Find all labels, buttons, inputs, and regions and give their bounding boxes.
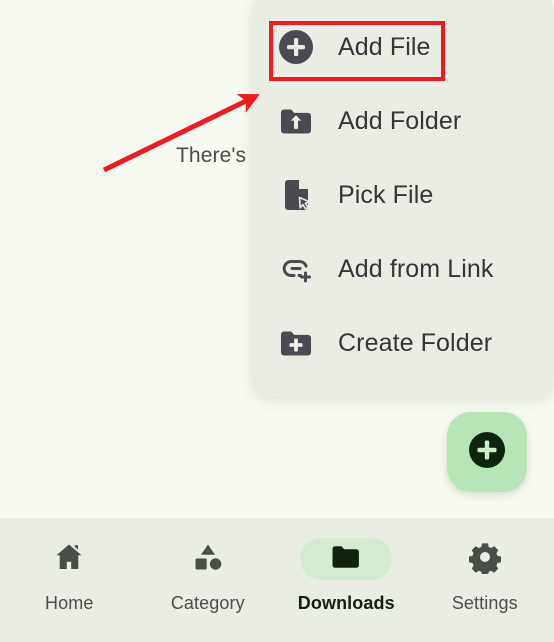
- app-screen: Add File Add Folder Pick File Add from L…: [0, 0, 554, 642]
- nav-pill: [162, 538, 254, 580]
- menu-item-label: Add Folder: [338, 106, 462, 135]
- nav-pill: [439, 538, 531, 580]
- menu-item-create-folder[interactable]: Create Folder: [252, 306, 554, 380]
- annotation-text: There's: [176, 144, 247, 167]
- folder-upload-icon: [276, 101, 316, 141]
- nav-item-label: Downloads: [297, 593, 395, 613]
- menu-item-label: Add from Link: [338, 254, 494, 283]
- home-icon: [52, 540, 86, 579]
- folder-plus-icon: [276, 323, 316, 363]
- nav-item-label: Category: [170, 593, 245, 613]
- nav-pill-active: [300, 538, 393, 580]
- nav-item-downloads[interactable]: Downloads: [277, 518, 416, 614]
- nav-pill: [23, 538, 115, 580]
- nav-item-home[interactable]: Home: [0, 518, 139, 614]
- file-cursor-icon: [276, 175, 316, 215]
- shapes-icon: [191, 540, 225, 579]
- menu-item-add-from-link[interactable]: Add from Link: [252, 232, 554, 306]
- menu-item-add-folder[interactable]: Add Folder: [252, 84, 554, 158]
- nav-item-settings[interactable]: Settings: [416, 518, 554, 614]
- nav-item-label: Settings: [451, 593, 518, 613]
- plus-icon: [466, 429, 508, 476]
- nav-item-label: Home: [45, 593, 94, 613]
- add-fab-button[interactable]: [447, 412, 527, 492]
- menu-item-label: Create Folder: [338, 328, 493, 357]
- link-plus-icon: [276, 249, 316, 289]
- nav-item-category[interactable]: Category: [139, 518, 278, 614]
- folder-icon: [329, 540, 363, 579]
- bottom-navigation-bar: Home Category Downloads Settings: [0, 518, 554, 642]
- highlight-box-add-file: [269, 21, 445, 81]
- menu-item-label: Pick File: [338, 180, 434, 209]
- gear-icon: [468, 540, 502, 579]
- menu-item-pick-file[interactable]: Pick File: [252, 158, 554, 232]
